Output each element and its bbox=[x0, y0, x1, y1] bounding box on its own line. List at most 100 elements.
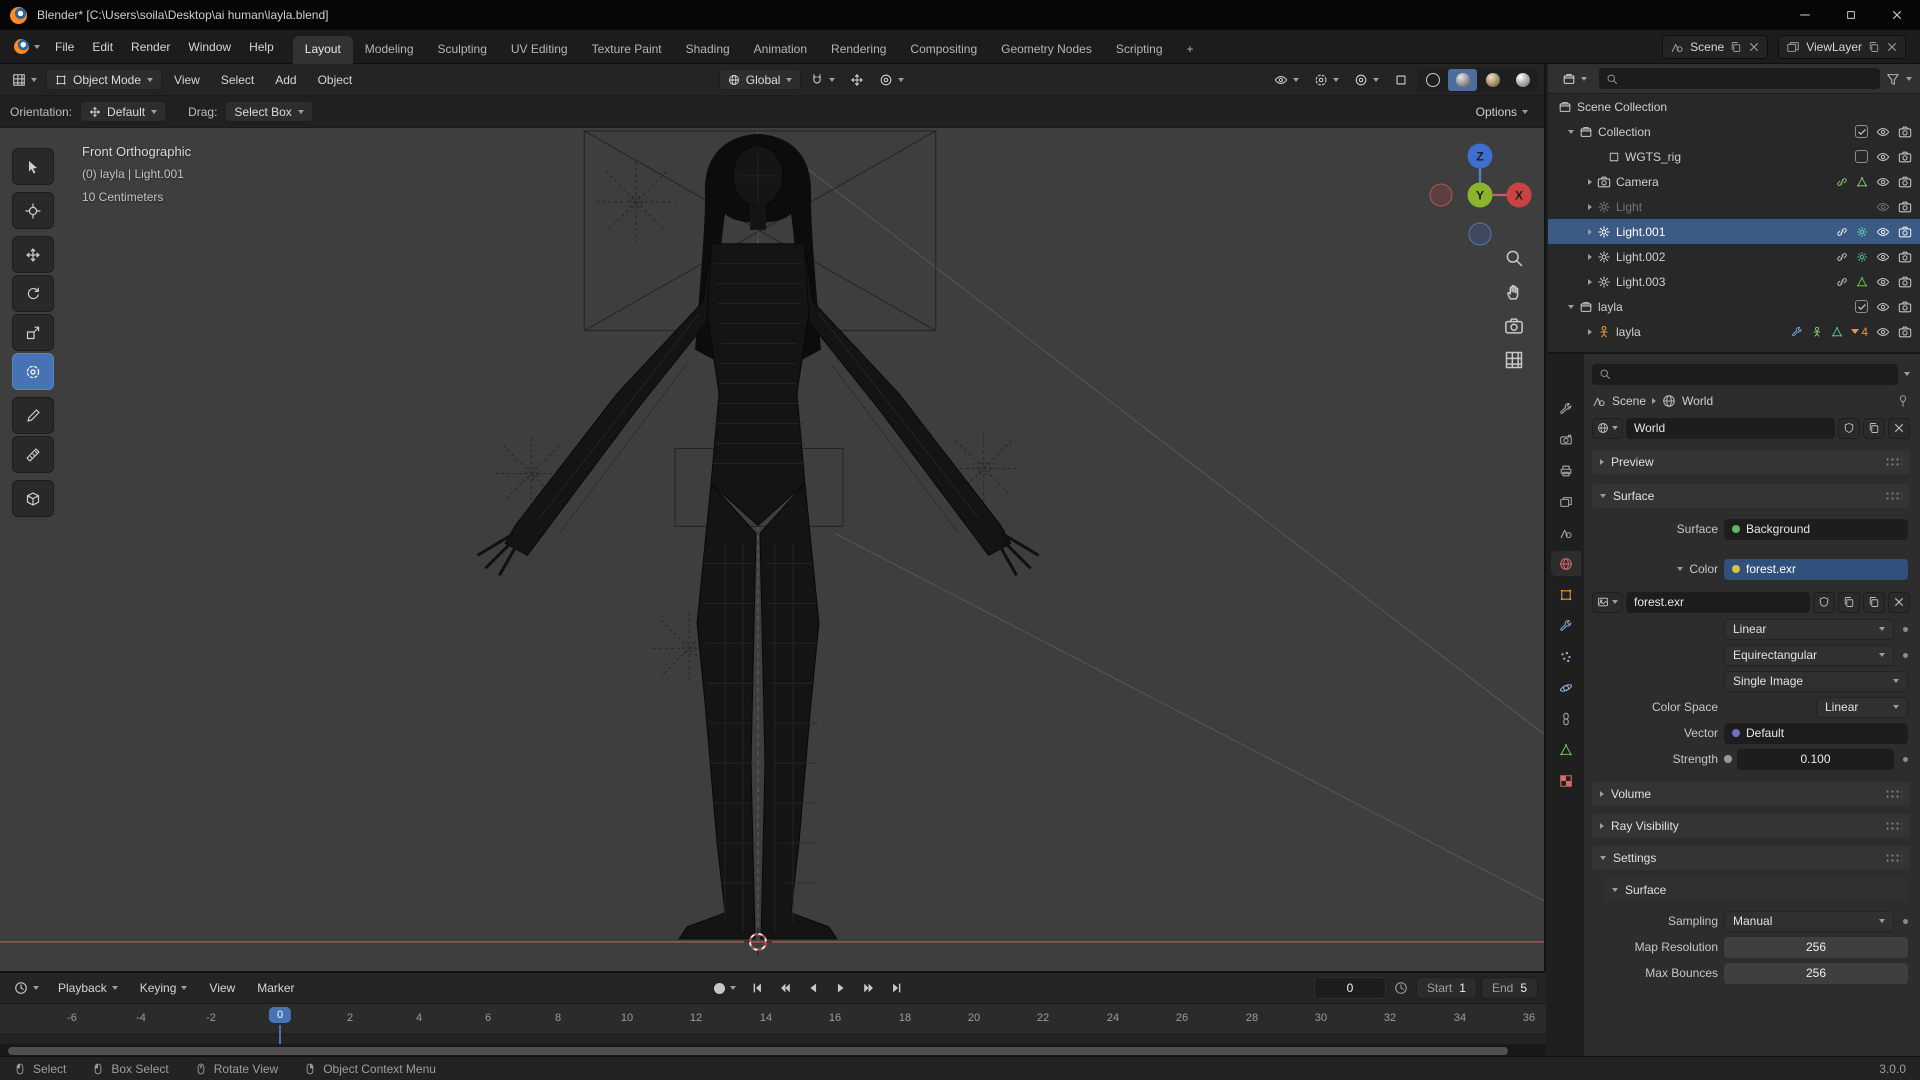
breadcrumb-world[interactable]: World bbox=[1682, 394, 1713, 408]
jump-to-end-button[interactable] bbox=[884, 977, 910, 999]
hide-eye-icon[interactable] bbox=[1876, 325, 1890, 339]
menu-marker[interactable]: Marker bbox=[248, 976, 303, 1000]
remove-viewlayer-icon[interactable] bbox=[1886, 41, 1898, 53]
tab-compositing[interactable]: Compositing bbox=[898, 36, 989, 64]
snap-toggle-button[interactable] bbox=[804, 69, 841, 91]
image-name-field[interactable]: forest.exr bbox=[1626, 591, 1810, 613]
tab-animation[interactable]: Animation bbox=[742, 36, 819, 64]
disclosure-closed-icon[interactable] bbox=[1588, 278, 1592, 285]
render-visibility-icon[interactable] bbox=[1898, 325, 1912, 339]
tool-add-cube[interactable] bbox=[12, 480, 54, 517]
tab-view-layer[interactable] bbox=[1551, 489, 1581, 514]
zoom-icon[interactable] bbox=[1504, 248, 1524, 268]
gizmo-neg-x[interactable] bbox=[1429, 183, 1453, 207]
tool-scale[interactable] bbox=[12, 314, 54, 351]
playhead[interactable]: 0 bbox=[268, 1007, 292, 1023]
tab-scene[interactable] bbox=[1551, 520, 1581, 545]
exclude-checkbox[interactable] bbox=[1855, 150, 1868, 163]
disclosure-closed-icon[interactable] bbox=[1588, 228, 1592, 235]
breadcrumb-scene[interactable]: Scene bbox=[1612, 394, 1646, 408]
toggle-grid-icon[interactable] bbox=[1504, 350, 1524, 370]
tab-world[interactable] bbox=[1551, 551, 1581, 576]
render-visibility-icon[interactable] bbox=[1898, 275, 1912, 289]
properties-search-input[interactable] bbox=[1592, 363, 1898, 385]
outliner-row-light[interactable]: Light bbox=[1548, 194, 1920, 219]
new-world-button[interactable] bbox=[1863, 417, 1885, 439]
animate-dot-icon[interactable] bbox=[1903, 918, 1908, 924]
panel-volume[interactable]: Volume bbox=[1592, 782, 1910, 806]
transform-orientation-dropdown[interactable]: Global bbox=[718, 69, 802, 90]
disclosure-open-icon[interactable] bbox=[1568, 129, 1574, 134]
hide-eye-icon[interactable] bbox=[1876, 175, 1890, 189]
strength-slider[interactable]: 0.100 bbox=[1737, 748, 1894, 770]
proportional-edit-button[interactable] bbox=[873, 69, 910, 91]
animate-dot-icon[interactable] bbox=[1903, 756, 1908, 762]
tool-move[interactable] bbox=[12, 236, 54, 273]
play-reverse-button[interactable] bbox=[800, 977, 826, 999]
visibility-dropdown[interactable] bbox=[1268, 69, 1305, 91]
tool-cursor[interactable] bbox=[12, 192, 54, 229]
jump-to-start-button[interactable] bbox=[744, 977, 770, 999]
panel-settings[interactable]: Settings bbox=[1592, 846, 1910, 870]
editor-type-button[interactable] bbox=[6, 69, 43, 91]
scrollbar-thumb[interactable] bbox=[8, 1047, 1508, 1055]
hide-eye-icon[interactable] bbox=[1876, 250, 1890, 264]
menu-file[interactable]: File bbox=[46, 35, 83, 59]
world-name-field[interactable]: World bbox=[1626, 417, 1835, 439]
unlink-world-button[interactable] bbox=[1888, 417, 1910, 439]
mode-dropdown[interactable]: Object Mode bbox=[46, 69, 163, 90]
menu-playback[interactable]: Playback bbox=[49, 976, 127, 1000]
drag-setting-dropdown[interactable]: Select Box bbox=[225, 101, 313, 122]
panel-ray-visibility[interactable]: Ray Visibility bbox=[1592, 814, 1910, 838]
interpolation-dropdown[interactable]: Linear bbox=[1724, 618, 1894, 640]
hide-eye-icon[interactable] bbox=[1876, 150, 1890, 164]
outliner-row-light-002[interactable]: Light.002 bbox=[1548, 244, 1920, 269]
maximize-button[interactable] bbox=[1828, 0, 1874, 30]
menu-add[interactable]: Add bbox=[266, 68, 305, 92]
panel-settings-surface[interactable]: Surface bbox=[1604, 878, 1910, 902]
disclosure-open-icon[interactable] bbox=[1677, 567, 1684, 571]
disclosure-closed-icon[interactable] bbox=[1588, 328, 1592, 335]
tool-annotate[interactable] bbox=[12, 397, 54, 434]
render-visibility-icon[interactable] bbox=[1898, 250, 1912, 264]
menu-window[interactable]: Window bbox=[179, 35, 240, 59]
scene-selector[interactable]: Scene bbox=[1662, 34, 1769, 59]
close-button[interactable] bbox=[1874, 0, 1920, 30]
outliner-row-light-001[interactable]: Light.001 bbox=[1548, 219, 1920, 244]
animate-dot-icon[interactable] bbox=[1903, 626, 1908, 632]
timeline-editor-type-button[interactable] bbox=[8, 977, 45, 999]
tab-scripting[interactable]: Scripting bbox=[1104, 36, 1175, 64]
source-dropdown[interactable]: Single Image bbox=[1724, 670, 1908, 692]
outliner-row-scene-collection[interactable]: Scene Collection bbox=[1548, 94, 1920, 119]
render-visibility-icon[interactable] bbox=[1898, 300, 1912, 314]
menu-render[interactable]: Render bbox=[122, 35, 179, 59]
playback-sync-icon[interactable] bbox=[1394, 981, 1408, 995]
pan-hand-icon[interactable] bbox=[1504, 282, 1524, 302]
fake-user-button[interactable] bbox=[1838, 417, 1860, 439]
menu-view-timeline[interactable]: View bbox=[200, 976, 244, 1000]
menu-select[interactable]: Select bbox=[212, 68, 263, 92]
play-button[interactable] bbox=[828, 977, 854, 999]
menu-object[interactable]: Object bbox=[309, 68, 362, 92]
render-visibility-icon[interactable] bbox=[1898, 125, 1912, 139]
tab-particles[interactable] bbox=[1551, 644, 1581, 669]
tab-modifiers[interactable] bbox=[1551, 613, 1581, 638]
map-resolution-field[interactable]: 256 bbox=[1724, 936, 1908, 958]
xray-toggle-button[interactable] bbox=[1388, 69, 1414, 91]
tab-texture[interactable] bbox=[1551, 768, 1581, 793]
disclosure-closed-icon[interactable] bbox=[1588, 253, 1592, 260]
fake-user-button[interactable] bbox=[1813, 591, 1835, 613]
options-dropdown[interactable]: Options bbox=[1470, 101, 1534, 123]
menu-keying[interactable]: Keying bbox=[131, 976, 197, 1000]
tab-texture-paint[interactable]: Texture Paint bbox=[580, 36, 674, 64]
exclude-checkbox[interactable] bbox=[1855, 300, 1868, 313]
vector-input-button[interactable]: Default bbox=[1724, 722, 1908, 744]
auto-keying-button[interactable] bbox=[708, 977, 742, 999]
projection-dropdown[interactable]: Equirectangular bbox=[1724, 644, 1894, 666]
navigation-gizmo[interactable]: Z X Y bbox=[1425, 140, 1535, 250]
menu-help[interactable]: Help bbox=[240, 35, 283, 59]
tab-modeling[interactable]: Modeling bbox=[353, 36, 426, 64]
hide-eye-icon[interactable] bbox=[1876, 225, 1890, 239]
unlink-image-button[interactable] bbox=[1888, 591, 1910, 613]
panel-surface[interactable]: Surface bbox=[1592, 484, 1910, 508]
